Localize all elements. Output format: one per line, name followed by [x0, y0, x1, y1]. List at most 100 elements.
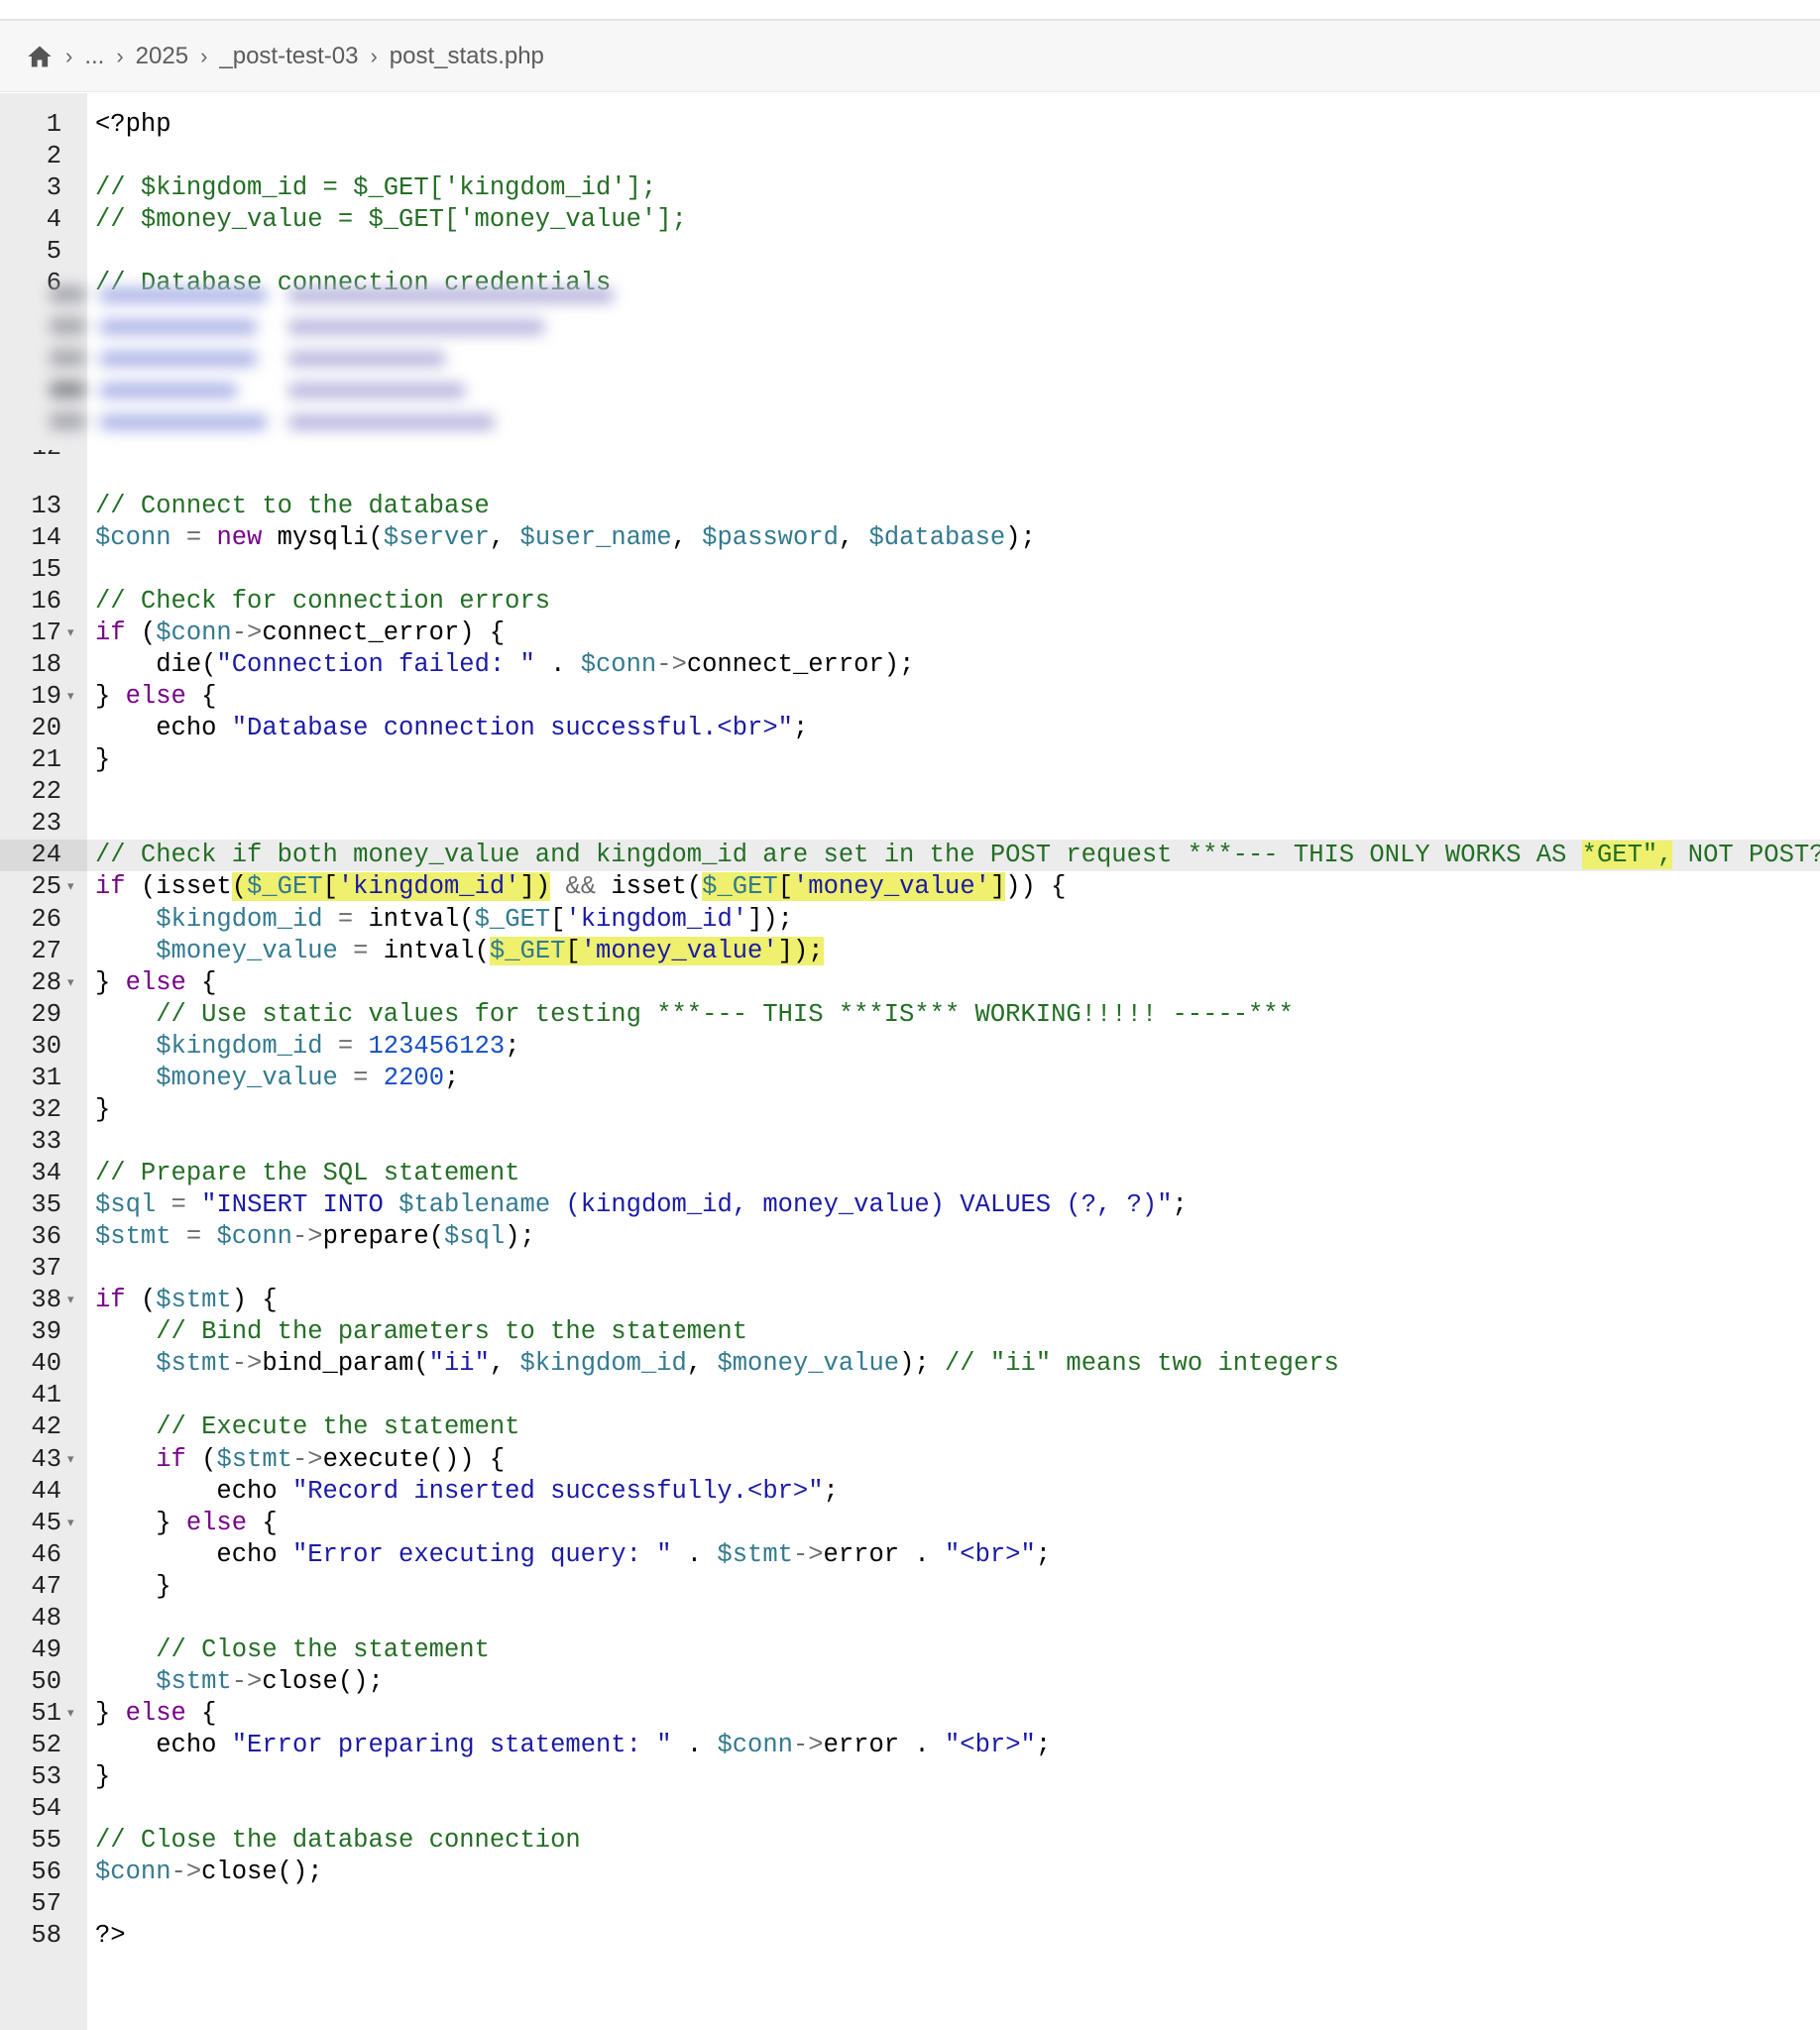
fold-caret-icon[interactable]: ▾: [67, 618, 74, 649]
code-line[interactable]: 40 $stmt->bind_param("ii", $kingdom_id, …: [0, 1348, 1820, 1380]
code-line[interactable]: 27 $money_value = intval($_GET['money_va…: [0, 936, 1820, 967]
code-line[interactable]: 20 echo "Database connection successful.…: [0, 713, 1820, 744]
code-text: } else {: [95, 1699, 217, 1728]
code-line[interactable]: 50 $stmt->close();: [0, 1666, 1820, 1698]
breadcrumb-item-2025[interactable]: 2025: [136, 43, 188, 70]
code-line[interactable]: 54: [0, 1793, 1820, 1825]
code-line[interactable]: 44 echo "Record inserted successfully.<b…: [0, 1476, 1820, 1508]
code-line[interactable]: 4 // $money_value = $_GET['money_value'];: [0, 204, 1820, 236]
code-text: // Check if both money_value and kingdom…: [95, 841, 1820, 870]
code-text: } else {: [95, 682, 217, 712]
code-line[interactable]: 29 // Use static values for testing ***-…: [0, 999, 1820, 1031]
fold-caret-icon[interactable]: ▾: [67, 681, 74, 713]
code-line[interactable]: 17 ▾ if ($conn->connect_error) {: [0, 618, 1820, 649]
code-line[interactable]: 39 // Bind the parameters to the stateme…: [0, 1316, 1820, 1348]
code-text: }: [95, 1094, 111, 1124]
breadcrumb-item-folder[interactable]: _post-test-03: [219, 43, 358, 70]
line-number: 52: [31, 1731, 61, 1760]
code-line[interactable]: 46 echo "Error executing query: " . $stm…: [0, 1539, 1820, 1571]
code-line[interactable]: 31 $money_value = 2200;: [0, 1063, 1820, 1094]
code-line[interactable]: 14 $conn = new mysqli($server, $user_name…: [0, 522, 1820, 554]
code-line[interactable]: 2: [0, 141, 1820, 172]
code-text: // Use static values for testing ***--- …: [156, 999, 1294, 1029]
code-line[interactable]: 53}: [0, 1761, 1820, 1793]
line-number: 47: [31, 1571, 61, 1601]
code-line[interactable]: 19 ▾} else {: [0, 681, 1820, 713]
fold-caret-icon[interactable]: ▾: [67, 1698, 74, 1730]
fold-caret-icon[interactable]: ▾: [67, 1444, 74, 1476]
line-number: 57: [31, 1889, 61, 1919]
line-number: 4: [46, 205, 61, 235]
code-line[interactable]: 34 // Prepare the SQL statement: [0, 1158, 1820, 1189]
code-line[interactable]: 45 ▾ } else {: [0, 1508, 1820, 1539]
chevron-right-icon: ›: [200, 43, 208, 68]
breadcrumb-item-ellipsis[interactable]: ...: [84, 43, 104, 70]
code-line[interactable]: 3 // $kingdom_id = $_GET['kingdom_id'];: [0, 172, 1820, 204]
code-text: // Bind the parameters to the statement: [156, 1317, 748, 1347]
code-text: } else {: [95, 1508, 278, 1537]
code-line[interactable]: 1 <?php: [0, 109, 1820, 141]
code-line[interactable]: 57: [0, 1888, 1820, 1920]
code-line[interactable]: 37: [0, 1253, 1820, 1285]
fold-caret-icon[interactable]: ▾: [67, 871, 74, 903]
line-number: 24: [31, 841, 61, 870]
code-line[interactable]: 35 $sql = "INSERT INTO $tablename (kingdo…: [0, 1189, 1820, 1221]
line-number: 38: [31, 1286, 61, 1315]
code-text: echo "Error executing query: " . $stmt->…: [95, 1539, 1052, 1569]
chevron-right-icon: ›: [370, 43, 378, 68]
code-text: die("Connection failed: " . $conn->conne…: [95, 650, 915, 680]
code-text: // Close the database connection: [95, 1826, 581, 1856]
code-line[interactable]: 47 }: [0, 1571, 1820, 1603]
code-line[interactable]: 16 // Check for connection errors: [0, 586, 1820, 618]
code-line[interactable]: 32}: [0, 1094, 1820, 1126]
code-text: $stmt = $conn->prepare($sql);: [95, 1222, 535, 1252]
line-number: 36: [31, 1222, 61, 1252]
line-number: 50: [31, 1666, 61, 1696]
line-number: 15: [31, 554, 61, 584]
code-line[interactable]: 28 ▾} else {: [0, 967, 1820, 999]
code-line[interactable]: 52 echo "Error preparing statement: " . …: [0, 1730, 1820, 1761]
code-text: $sql = "INSERT INTO $tablename (kingdom_…: [95, 1190, 1188, 1220]
fold-caret-icon[interactable]: ▾: [67, 967, 74, 999]
code-line[interactable]: 55 // Close the database connection: [0, 1825, 1820, 1857]
breadcrumb: › ... › 2025 › _post-test-03 › post_stat…: [0, 21, 1820, 92]
line-number: 41: [31, 1381, 61, 1410]
code-line[interactable]: 26 $kingdom_id = intval($_GET['kingdom_i…: [0, 904, 1820, 936]
code-line[interactable]: 30 $kingdom_id = 123456123;: [0, 1031, 1820, 1063]
fold-caret-icon[interactable]: ▾: [67, 1285, 74, 1316]
code-line[interactable]: 25 ▾ if (isset($_GET['kingdom_id']) && iss…: [0, 871, 1820, 903]
code-line[interactable]: 48: [0, 1603, 1820, 1635]
code-line[interactable]: 56 $conn->close();: [0, 1857, 1820, 1888]
line-number: 28: [31, 967, 61, 997]
code-text: // $money_value = $_GET['money_value'];: [95, 205, 687, 235]
code-text: if ($stmt->execute()) {: [156, 1444, 506, 1474]
code-line[interactable]: 51 ▾} else {: [0, 1698, 1820, 1730]
code-line[interactable]: 33: [0, 1126, 1820, 1158]
line-number: 27: [31, 936, 61, 965]
breadcrumb-item-file[interactable]: post_stats.php: [390, 43, 544, 70]
line-number: 53: [31, 1762, 61, 1792]
code-line[interactable]: 15: [0, 554, 1820, 586]
line-number: 18: [31, 650, 61, 680]
code-text: $money_value = 2200;: [156, 1063, 460, 1092]
home-icon[interactable]: [26, 43, 54, 70]
code-line[interactable]: 43 ▾ if ($stmt->execute()) {: [0, 1444, 1820, 1476]
fold-caret-icon[interactable]: ▾: [67, 1508, 74, 1539]
code-line[interactable]: 36 $stmt = $conn->prepare($sql);: [0, 1221, 1820, 1253]
code-line[interactable]: 13 // Connect to the database: [0, 491, 1820, 522]
code-line[interactable]: 5: [0, 236, 1820, 268]
code-line[interactable]: 38 ▾ if ($stmt) {: [0, 1285, 1820, 1316]
line-number: 42: [31, 1412, 61, 1442]
code-line[interactable]: 18 die("Connection failed: " . $conn->co…: [0, 649, 1820, 681]
code-line[interactable]: 42 // Execute the statement: [0, 1411, 1820, 1443]
code-line[interactable]: 24 // Check if both money_value and kingd…: [0, 840, 1820, 872]
code-line[interactable]: 58 ?>: [0, 1920, 1820, 1952]
code-text: // Prepare the SQL statement: [95, 1158, 520, 1187]
line-number: 56: [31, 1858, 61, 1887]
code-line[interactable]: 49 // Close the statement: [0, 1635, 1820, 1666]
line-number: 35: [31, 1190, 61, 1220]
code-line[interactable]: 23: [0, 808, 1820, 840]
code-line[interactable]: 21}: [0, 744, 1820, 776]
code-line[interactable]: 22: [0, 776, 1820, 808]
code-line[interactable]: 41: [0, 1380, 1820, 1411]
